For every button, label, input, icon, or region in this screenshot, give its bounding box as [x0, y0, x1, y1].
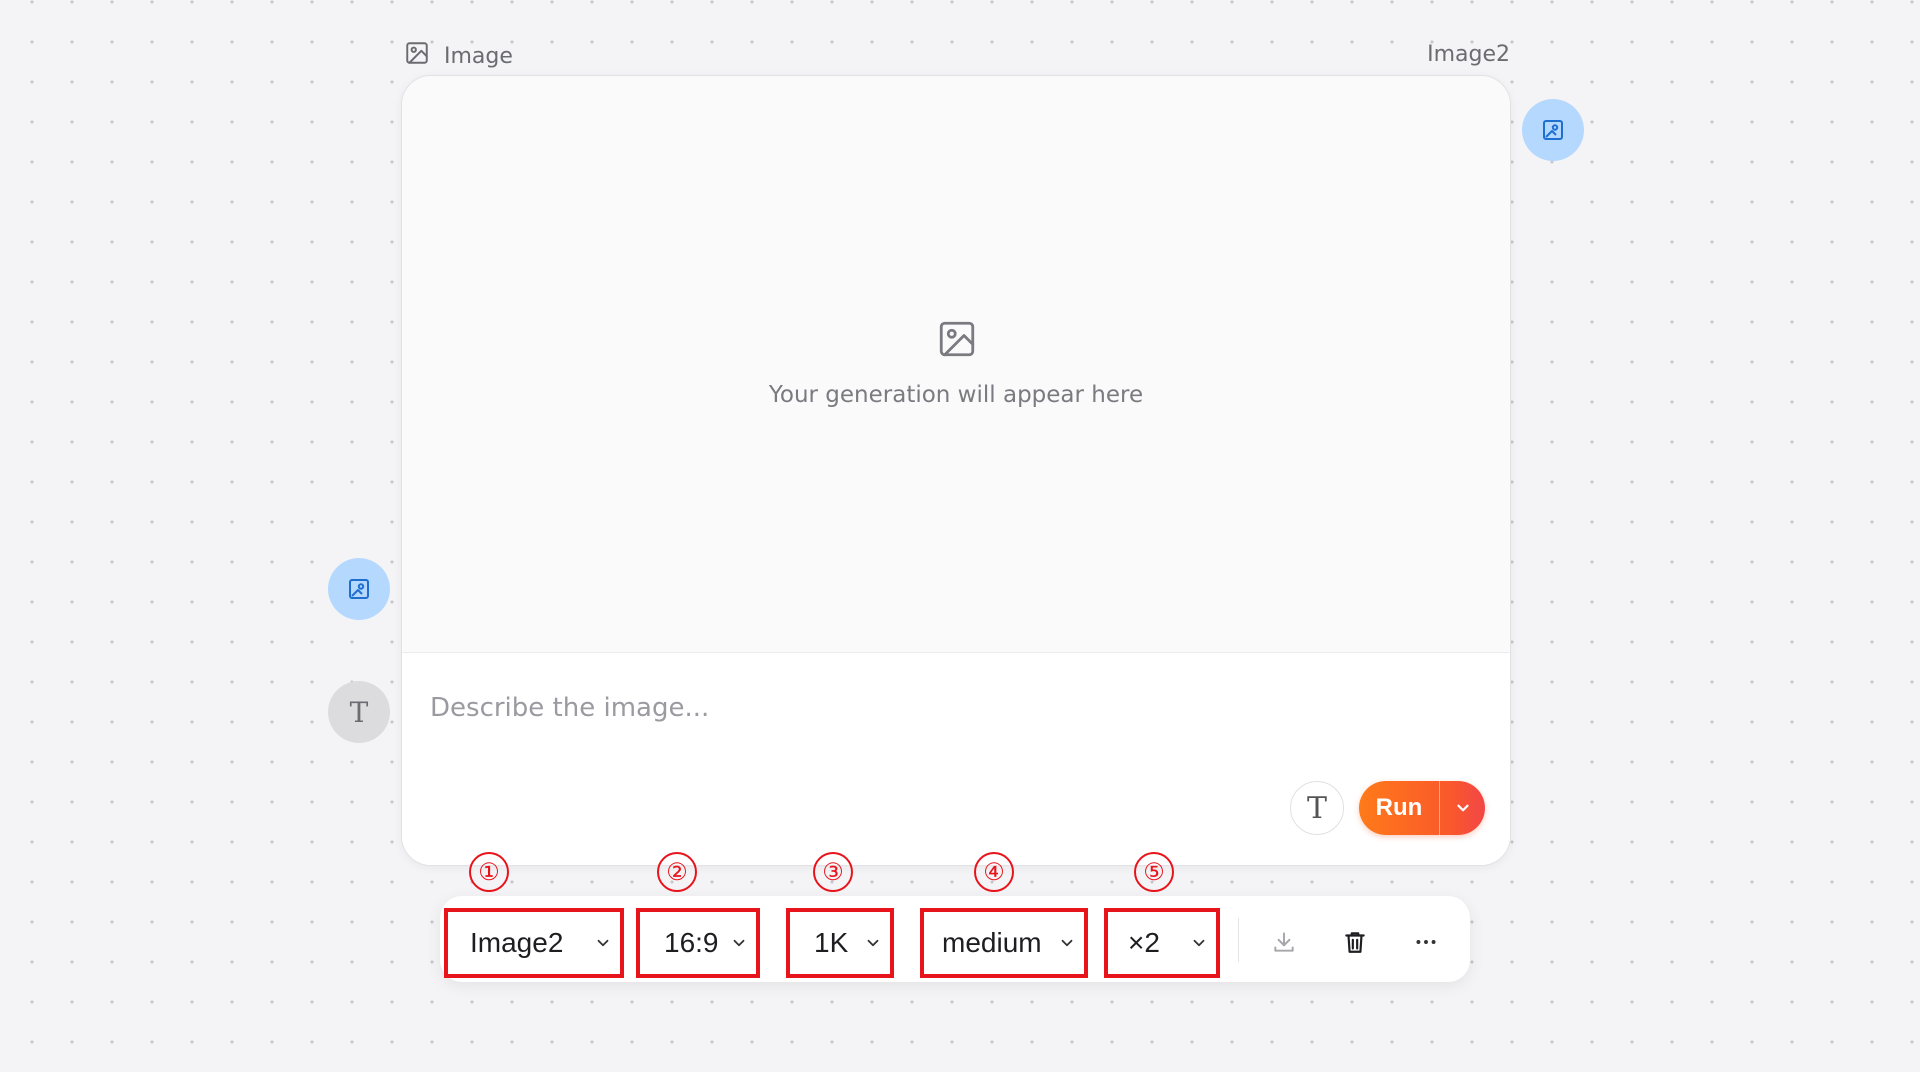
quality-select[interactable]: medium — [920, 908, 1088, 978]
image-input-connector[interactable] — [328, 558, 390, 620]
annotation-marker-5: ⑤ — [1134, 852, 1174, 892]
run-button[interactable]: Run — [1359, 781, 1439, 835]
text-input-connector[interactable]: T — [328, 681, 390, 743]
image-icon — [404, 40, 430, 72]
model-select-value: Image2 — [470, 927, 564, 958]
prompt-input[interactable] — [428, 687, 1482, 729]
aspect-ratio-select[interactable]: 16:9 — [636, 908, 760, 978]
text-icon: T — [349, 695, 369, 729]
placeholder-text: Your generation will appear here — [768, 382, 1144, 408]
toolbar-divider — [1238, 918, 1239, 962]
download-button[interactable] — [1262, 920, 1306, 964]
delete-button[interactable] — [1333, 920, 1377, 964]
output-connector[interactable] — [1522, 99, 1584, 161]
node-header: Image — [404, 40, 513, 72]
text-icon: T — [1306, 790, 1327, 826]
image-node-card: Your generation will appear here T Run — [401, 75, 1511, 866]
run-button-group: Run — [1359, 781, 1485, 835]
node-model-label: Image2 — [1427, 42, 1510, 67]
count-select[interactable]: ×2 — [1104, 908, 1220, 978]
image-connector-icon — [1543, 120, 1563, 140]
annotation-marker-4: ④ — [974, 852, 1014, 892]
image-placeholder-icon — [936, 318, 978, 364]
chevron-down-icon — [733, 939, 745, 947]
node-type-label: Image — [444, 43, 513, 69]
chevron-down-icon — [1193, 939, 1205, 947]
model-select[interactable]: Image2 — [444, 908, 624, 978]
annotation-marker-3: ③ — [813, 852, 853, 892]
prompt-area — [402, 653, 1510, 865]
generation-preview: Your generation will appear here — [402, 76, 1510, 653]
more-options-button[interactable] — [1404, 920, 1448, 964]
download-icon — [1274, 932, 1294, 952]
chevron-down-icon — [1061, 939, 1073, 947]
trash-icon — [1345, 932, 1365, 953]
count-value: ×2 — [1128, 927, 1160, 958]
quality-value: medium — [942, 927, 1042, 958]
chevron-down-icon — [1456, 804, 1469, 812]
more-icon — [1416, 940, 1436, 944]
aspect-ratio-value: 16:9 — [664, 927, 719, 958]
text-mode-button[interactable]: T — [1290, 781, 1344, 835]
resolution-select[interactable]: 1K — [786, 908, 894, 978]
annotation-marker-2: ② — [657, 852, 697, 892]
image-connector-icon — [349, 579, 369, 599]
chevron-down-icon — [867, 939, 879, 947]
annotation-marker-1: ① — [469, 852, 509, 892]
chevron-down-icon — [597, 939, 609, 947]
resolution-value: 1K — [814, 927, 849, 958]
